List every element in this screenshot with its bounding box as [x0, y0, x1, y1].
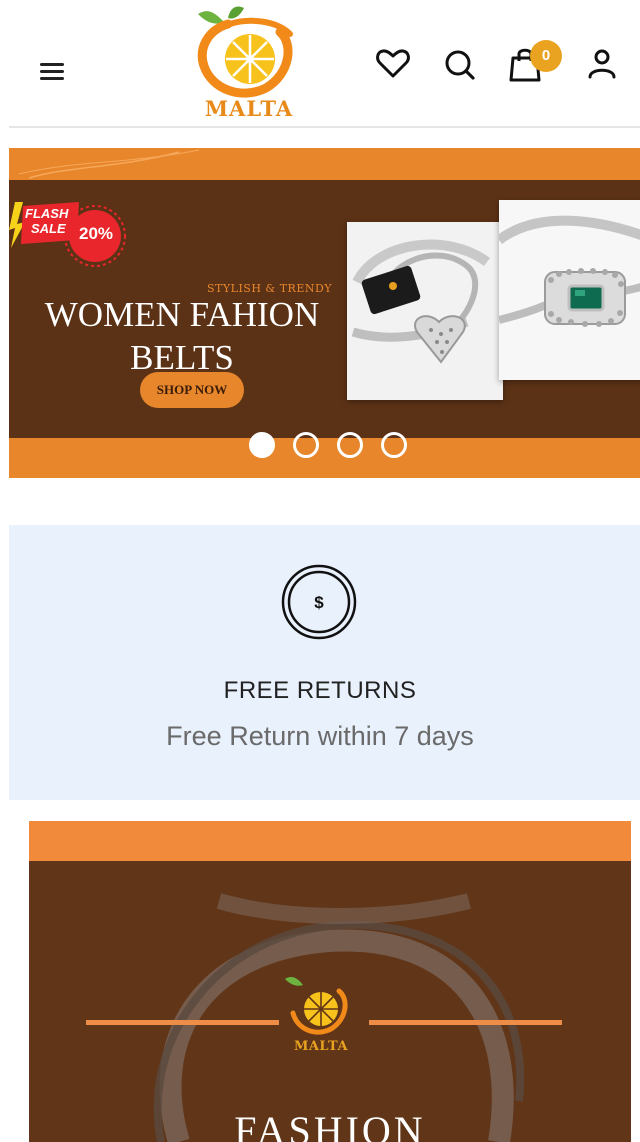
dollar-coin-icon: $: [281, 564, 357, 640]
carousel-dot-3[interactable]: [337, 432, 363, 458]
hamburger-menu-icon: [40, 63, 64, 66]
banner-line-right: [369, 1020, 562, 1025]
belt-emerald-buckle-image: [499, 200, 640, 380]
svg-text:$: $: [314, 593, 324, 612]
heart-icon: [376, 49, 410, 78]
header-divider: [9, 126, 640, 128]
carousel-dots: [249, 432, 409, 460]
orange-logo-icon: [285, 977, 348, 1035]
cart-count-badge: 0: [530, 40, 562, 72]
feature-title: FREE RETURNS: [223, 677, 417, 704]
hero-tagline: STYLISH & TRENDY: [207, 282, 333, 295]
logo-text: MALTA: [204, 96, 294, 121]
belt-heart-buckle-image: [347, 222, 503, 400]
hamburger-menu-icon-bar: [40, 70, 64, 73]
discount-label: 20%: [78, 224, 114, 243]
logo[interactable]: MALTA: [184, 4, 314, 122]
account-button[interactable]: [582, 44, 622, 84]
hero-top-stripe: [9, 148, 640, 180]
site-header: MALTA 0: [0, 0, 640, 128]
wishlist-button[interactable]: [373, 44, 413, 84]
fashion-banner-title: FASHION: [234, 1108, 426, 1142]
flash-sale-text: FLASH SALE: [25, 206, 68, 236]
product-photo-belt-emerald[interactable]: [499, 200, 640, 380]
banner-logo-text: MALTA: [293, 1039, 349, 1054]
product-photo-belt-heart[interactable]: [347, 222, 503, 400]
banner-logo: MALTA: [281, 971, 361, 1057]
feature-content: $ FREE RETURNS Free Return within 7 days: [0, 525, 640, 800]
user-icon: [588, 49, 616, 79]
carousel-dot-4[interactable]: [381, 432, 407, 458]
feature-subtitle: Free Return within 7 days: [166, 721, 474, 751]
banner-line-left: [86, 1020, 279, 1025]
carousel-dot-2[interactable]: [293, 432, 319, 458]
hero-carousel[interactable]: FLASH SALE 20% STYLISH & TRENDY WOMEN FA…: [9, 148, 640, 478]
search-button[interactable]: [440, 44, 480, 84]
hamburger-menu-icon-bar: [40, 77, 64, 80]
carousel-dot-1[interactable]: [249, 432, 275, 458]
orange-logo-icon: [197, 6, 293, 98]
free-returns-feature: $ FREE RETURNS Free Return within 7 days: [9, 525, 640, 800]
fashion-banner-stripe: [29, 821, 631, 861]
hero-stripe-decoration: [18, 149, 200, 179]
fashion-banner[interactable]: MALTA FASHION: [29, 821, 631, 1142]
menu-button[interactable]: [34, 52, 70, 88]
flash-sale-badge: FLASH SALE 20%: [9, 200, 133, 268]
search-icon: [445, 50, 475, 80]
flash-sale-line2: SALE: [31, 221, 66, 236]
hero-title-line1: WOMEN FAHION: [44, 295, 320, 334]
shop-now-button[interactable]: SHOP NOW: [140, 372, 244, 408]
flash-sale-line1: FLASH: [25, 206, 69, 221]
